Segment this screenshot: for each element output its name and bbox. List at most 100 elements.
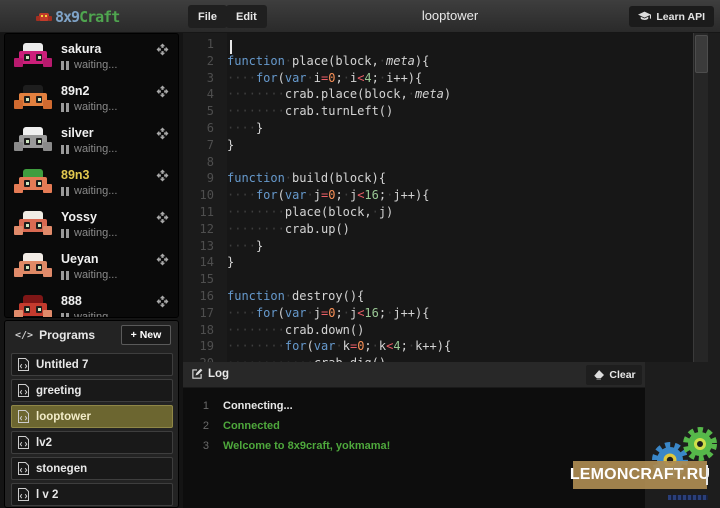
move-icon [156, 127, 169, 140]
player-row-89n3[interactable]: 89n3 waiting... [5, 164, 178, 206]
line-number: 6 [183, 120, 227, 137]
log-message: Connected [223, 420, 280, 432]
code-line-14: 14} [183, 254, 688, 271]
program-file-icon [18, 410, 29, 423]
file-menu-button[interactable]: File [188, 5, 227, 28]
code-brackets-icon: </> [15, 330, 33, 341]
program-name: greeting [36, 385, 81, 397]
logo-text-8x9: 8x9 [55, 8, 79, 26]
player-row-89n2[interactable]: 89n2waiting... [5, 80, 178, 122]
move-icon [156, 253, 169, 266]
program-item-stonegen[interactable]: stonegen [11, 457, 173, 480]
crab-avatar [14, 253, 52, 281]
program-file-icon [18, 358, 29, 371]
program-item-untitled-7[interactable]: Untitled 7 [11, 353, 173, 376]
top-bar: 8x9Craft File Edit looptower Learn API [0, 0, 720, 33]
watermark-text: LEMONCRAFT.RU [570, 466, 710, 484]
line-number: 1 [183, 36, 227, 53]
line-number: 13 [183, 238, 227, 255]
program-item-l-v-2[interactable]: l v 2 [11, 483, 173, 506]
player-status: waiting... [61, 227, 117, 239]
player-row-Yossy[interactable]: Yossywaiting... [5, 206, 178, 248]
learn-api-label: Learn API [656, 11, 705, 23]
code-line-11: 11········place(block,·j) [183, 204, 688, 221]
program-item-greeting[interactable]: greeting [11, 379, 173, 402]
log-message: Welcome to 8x9craft, yokmama! [223, 440, 390, 452]
code-line-1: 1 [183, 36, 688, 53]
log-entry: 3Welcome to 8x9craft, yokmama! [183, 436, 645, 456]
sidebar: sakurawaiting...89n2waiting...silverwait… [0, 33, 183, 508]
eraser-icon [592, 370, 604, 380]
program-file-icon [18, 488, 29, 501]
code-line-7: 7} [183, 137, 688, 154]
pencil-square-icon [191, 368, 203, 380]
line-number: 20 [183, 355, 227, 362]
code-line-12: 12········crab.up() [183, 221, 688, 238]
crab-avatar [14, 127, 52, 155]
document-title: looptower [310, 8, 590, 23]
watermark-cursor [706, 465, 708, 485]
move-player-button[interactable] [156, 85, 169, 98]
graduation-cap-icon [638, 11, 651, 22]
log-title: Log [191, 368, 229, 380]
line-number: 16 [183, 288, 227, 305]
player-status: waiting... [61, 311, 117, 318]
clear-log-button[interactable]: Clear [586, 365, 642, 385]
line-number: 4 [183, 86, 227, 103]
crab-avatar [14, 211, 52, 239]
player-row-sakura[interactable]: sakurawaiting... [5, 38, 178, 80]
program-item-looptower[interactable]: looptower [11, 405, 173, 428]
move-icon [156, 295, 169, 308]
log-header: Log Clear [183, 362, 645, 388]
code-line-10: 10····for(var·j=0;·j<16;·j++){ [183, 187, 688, 204]
line-number: 2 [183, 53, 227, 70]
player-status: waiting... [61, 185, 117, 197]
code-line-19: 19········for(var·k=0;·k<4;·k++){ [183, 338, 688, 355]
code-line-13: 13····} [183, 238, 688, 255]
line-number: 18 [183, 322, 227, 339]
code-editor[interactable]: 12function·place(block,·meta){3····for(v… [183, 33, 708, 362]
log-entries: 1Connecting...2Connected3Welcome to 8x9c… [183, 396, 645, 456]
program-name: l v 2 [36, 489, 58, 501]
line-number: 14 [183, 254, 227, 271]
program-name: looptower [36, 411, 91, 423]
programs-panel: </> Programs + New Untitled 7greetingloo… [4, 320, 179, 508]
pause-icon [61, 313, 69, 319]
player-name: 89n3 [61, 168, 90, 182]
code-line-9: 9function·build(block){ [183, 170, 688, 187]
line-number: 19 [183, 338, 227, 355]
move-player-button[interactable] [156, 253, 169, 266]
player-name: 89n2 [61, 84, 90, 98]
move-player-button[interactable] [156, 127, 169, 140]
new-program-button[interactable]: + New [121, 325, 171, 345]
crab-avatar [14, 85, 52, 113]
move-icon [156, 85, 169, 98]
line-number: 17 [183, 305, 227, 322]
log-message: Connecting... [223, 400, 293, 412]
player-row-silver[interactable]: silverwaiting... [5, 122, 178, 164]
player-status: waiting... [61, 59, 117, 71]
program-file-icon [18, 384, 29, 397]
move-player-button[interactable] [156, 169, 169, 182]
edit-menu-button[interactable]: Edit [226, 5, 267, 28]
move-player-button[interactable] [156, 295, 169, 308]
player-name: silver [61, 126, 94, 140]
app-logo: 8x9Craft [36, 7, 119, 27]
pause-icon [61, 229, 69, 238]
player-name: 888 [61, 294, 82, 308]
player-row-888[interactable]: 888 waiting... [5, 290, 178, 318]
watermark-bar: LEMONCRAFT.RU [573, 461, 707, 489]
program-item-lv2[interactable]: lv2 [11, 431, 173, 454]
move-player-button[interactable] [156, 43, 169, 56]
editor-scrollbar[interactable] [693, 33, 708, 362]
move-icon [156, 169, 169, 182]
crab-avatar [14, 295, 52, 318]
line-number: 5 [183, 103, 227, 120]
learn-api-button[interactable]: Learn API [629, 6, 714, 27]
logo-text-craft: Craft [79, 8, 119, 26]
player-name: Ueyan [61, 252, 99, 266]
player-row-Ueyan[interactable]: Ueyanwaiting... [5, 248, 178, 290]
scrollbar-thumb[interactable] [695, 35, 708, 73]
crab-avatar [14, 169, 52, 197]
move-player-button[interactable] [156, 211, 169, 224]
